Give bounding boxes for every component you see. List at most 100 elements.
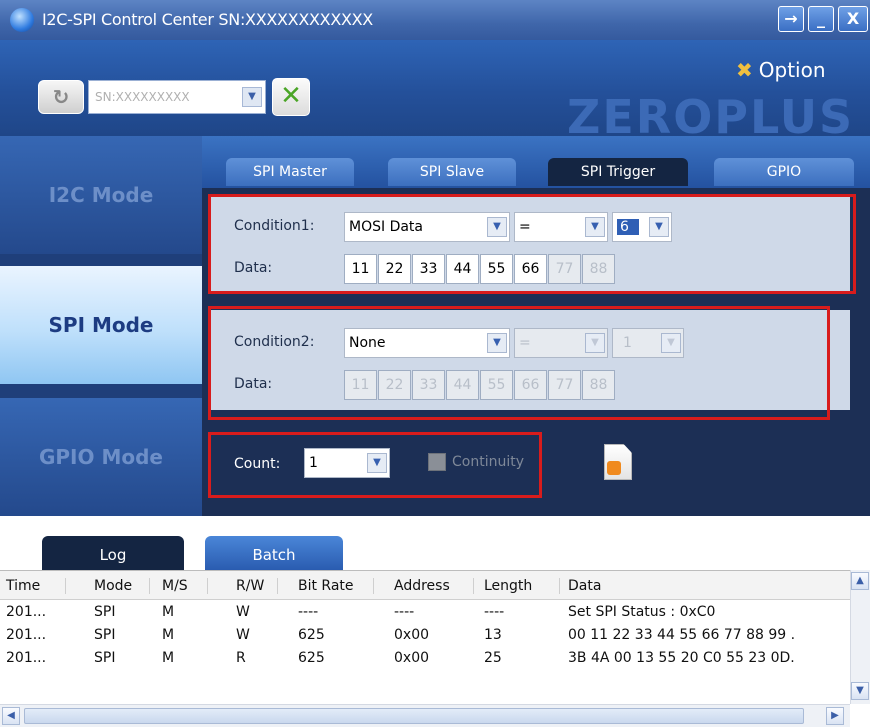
cell-length: ---- xyxy=(484,604,505,620)
condition1-byte-1[interactable]: 11 xyxy=(344,254,377,284)
cell-ms: M xyxy=(162,627,175,643)
cell-bit-rate: 625 xyxy=(298,650,325,666)
scroll-right-icon[interactable]: ▶ xyxy=(826,707,844,725)
scroll-up-icon[interactable]: ▲ xyxy=(851,572,869,590)
condition1-length-select[interactable]: 6 ▼ xyxy=(612,212,672,242)
sidebar-item-gpio-mode[interactable]: GPIO Mode xyxy=(0,398,202,516)
refresh-icon: ↻ xyxy=(52,85,70,109)
condition2-operator-value: = xyxy=(519,335,531,351)
cell-data: 00 11 22 33 44 55 66 77 88 99 . xyxy=(568,627,796,643)
header-bar: ↻ SN:XXXXXXXXX ▼ ✕ ✖ Option ZEROPLUS xyxy=(0,40,870,144)
column-header-time[interactable]: Time xyxy=(0,578,66,594)
condition1-byte-6[interactable]: 66 xyxy=(514,254,547,284)
tab-gpio[interactable]: GPIO xyxy=(714,158,854,186)
sidebar-item-spi-mode[interactable]: SPI Mode xyxy=(0,266,202,384)
sidebar-item-i2c-mode[interactable]: I2C Mode xyxy=(0,136,202,254)
vertical-scrollbar[interactable]: ▲ ▼ xyxy=(850,570,870,704)
serial-number-select[interactable]: SN:XXXXXXXXX ▼ xyxy=(88,80,266,114)
cell-length: 25 xyxy=(484,650,502,666)
condition2-length-value: 1 xyxy=(623,335,632,351)
scroll-down-icon[interactable]: ▼ xyxy=(851,682,869,700)
condition1-operator-select[interactable]: = ▼ xyxy=(514,212,608,242)
chevron-down-icon: ▼ xyxy=(367,453,387,473)
continuity-checkbox[interactable] xyxy=(428,453,446,471)
pin-button[interactable]: → xyxy=(778,6,804,32)
cell-mode: SPI xyxy=(94,650,116,666)
condition1-byte-5[interactable]: 55 xyxy=(480,254,513,284)
chevron-down-icon: ▼ xyxy=(487,333,507,353)
chevron-down-icon: ▼ xyxy=(242,87,262,107)
cell-time: 201... xyxy=(6,650,47,666)
tab-spi-slave[interactable]: SPI Slave xyxy=(388,158,516,186)
condition2-length-select: 1 ▼ xyxy=(612,328,684,358)
column-header-mode[interactable]: Mode xyxy=(66,578,150,594)
tab-batch[interactable]: Batch xyxy=(205,536,343,570)
tab-spi-master[interactable]: SPI Master xyxy=(226,158,354,186)
cell-data: Set SPI Status : 0xC0 xyxy=(568,604,716,620)
window-title: I2C-SPI Control Center SN:XXXXXXXXXXXX xyxy=(42,10,373,29)
count-select[interactable]: 1 ▼ xyxy=(304,448,390,478)
refresh-button[interactable]: ↻ xyxy=(38,80,84,114)
condition1-operator-value: = xyxy=(519,219,531,235)
condition1-label: Condition1: xyxy=(234,218,315,234)
close-button[interactable]: X xyxy=(838,6,868,32)
cell-mode: SPI xyxy=(94,627,116,643)
condition1-data-label: Data: xyxy=(234,260,273,276)
scroll-left-icon[interactable]: ◀ xyxy=(2,707,20,725)
condition2-byte-7: 77 xyxy=(548,370,581,400)
condition2-operator-select: = ▼ xyxy=(514,328,608,358)
tab-log[interactable]: Log xyxy=(42,536,184,570)
cell-length: 13 xyxy=(484,627,502,643)
log-table-header: Time Mode M/S R/W Bit Rate Address Lengt… xyxy=(0,570,850,600)
condition2-source-select[interactable]: None ▼ xyxy=(344,328,510,358)
option-label: Option xyxy=(758,58,826,82)
condition1-byte-8: 88 xyxy=(582,254,615,284)
column-header-rw[interactable]: R/W xyxy=(208,578,278,594)
column-header-length[interactable]: Length xyxy=(474,578,560,594)
chevron-down-icon: ▼ xyxy=(649,217,669,237)
mode-sidebar: I2C Mode SPI Mode GPIO Mode xyxy=(0,136,202,516)
connect-icon: ✕ xyxy=(280,81,302,111)
tab-bar: SPI Master SPI Slave SPI Trigger GPIO xyxy=(202,136,870,188)
condition1-byte-4[interactable]: 44 xyxy=(446,254,479,284)
condition1-source-value: MOSI Data xyxy=(349,219,423,235)
horizontal-scroll-thumb[interactable] xyxy=(24,708,804,724)
cell-rw: W xyxy=(236,604,250,620)
chevron-down-icon: ▼ xyxy=(585,333,605,353)
export-file-icon[interactable] xyxy=(604,444,632,480)
cell-ms: M xyxy=(162,650,175,666)
condition2-source-value: None xyxy=(349,335,386,351)
horizontal-scrollbar[interactable]: ◀ ▶ xyxy=(0,704,850,727)
cell-mode: SPI xyxy=(94,604,116,620)
condition2-byte-4: 44 xyxy=(446,370,479,400)
continuity-label: Continuity xyxy=(452,454,525,470)
condition2-byte-5: 55 xyxy=(480,370,513,400)
condition1-byte-3[interactable]: 33 xyxy=(412,254,445,284)
condition1-length-value: 6 xyxy=(617,219,639,235)
cell-time: 201... xyxy=(6,604,47,620)
cell-ms: M xyxy=(162,604,175,620)
connect-button[interactable]: ✕ xyxy=(272,78,310,116)
column-header-data[interactable]: Data xyxy=(568,578,601,594)
cell-bit-rate: 625 xyxy=(298,627,325,643)
option-button[interactable]: ✖ Option xyxy=(736,58,826,82)
condition2-byte-8: 88 xyxy=(582,370,615,400)
column-header-bit-rate[interactable]: Bit Rate xyxy=(278,578,374,594)
count-panel: Count: 1 ▼ Continuity xyxy=(210,434,530,496)
condition2-byte-2: 22 xyxy=(378,370,411,400)
minimize-button[interactable]: _ xyxy=(808,6,834,32)
column-header-address[interactable]: Address xyxy=(374,578,474,594)
cell-rw: R xyxy=(236,650,246,666)
condition2-data-label: Data: xyxy=(234,376,273,392)
cell-bit-rate: ---- xyxy=(298,604,319,620)
condition1-source-select[interactable]: MOSI Data ▼ xyxy=(344,212,510,242)
count-value: 1 xyxy=(309,455,318,471)
tab-spi-trigger[interactable]: SPI Trigger xyxy=(548,158,688,186)
column-header-ms[interactable]: M/S xyxy=(150,578,208,594)
condition2-label: Condition2: xyxy=(234,334,315,350)
condition2-byte-3: 33 xyxy=(412,370,445,400)
title-bar: I2C-SPI Control Center SN:XXXXXXXXXXXX →… xyxy=(0,0,870,40)
condition1-byte-2[interactable]: 22 xyxy=(378,254,411,284)
chevron-down-icon: ▼ xyxy=(661,333,681,353)
condition1-byte-7: 77 xyxy=(548,254,581,284)
